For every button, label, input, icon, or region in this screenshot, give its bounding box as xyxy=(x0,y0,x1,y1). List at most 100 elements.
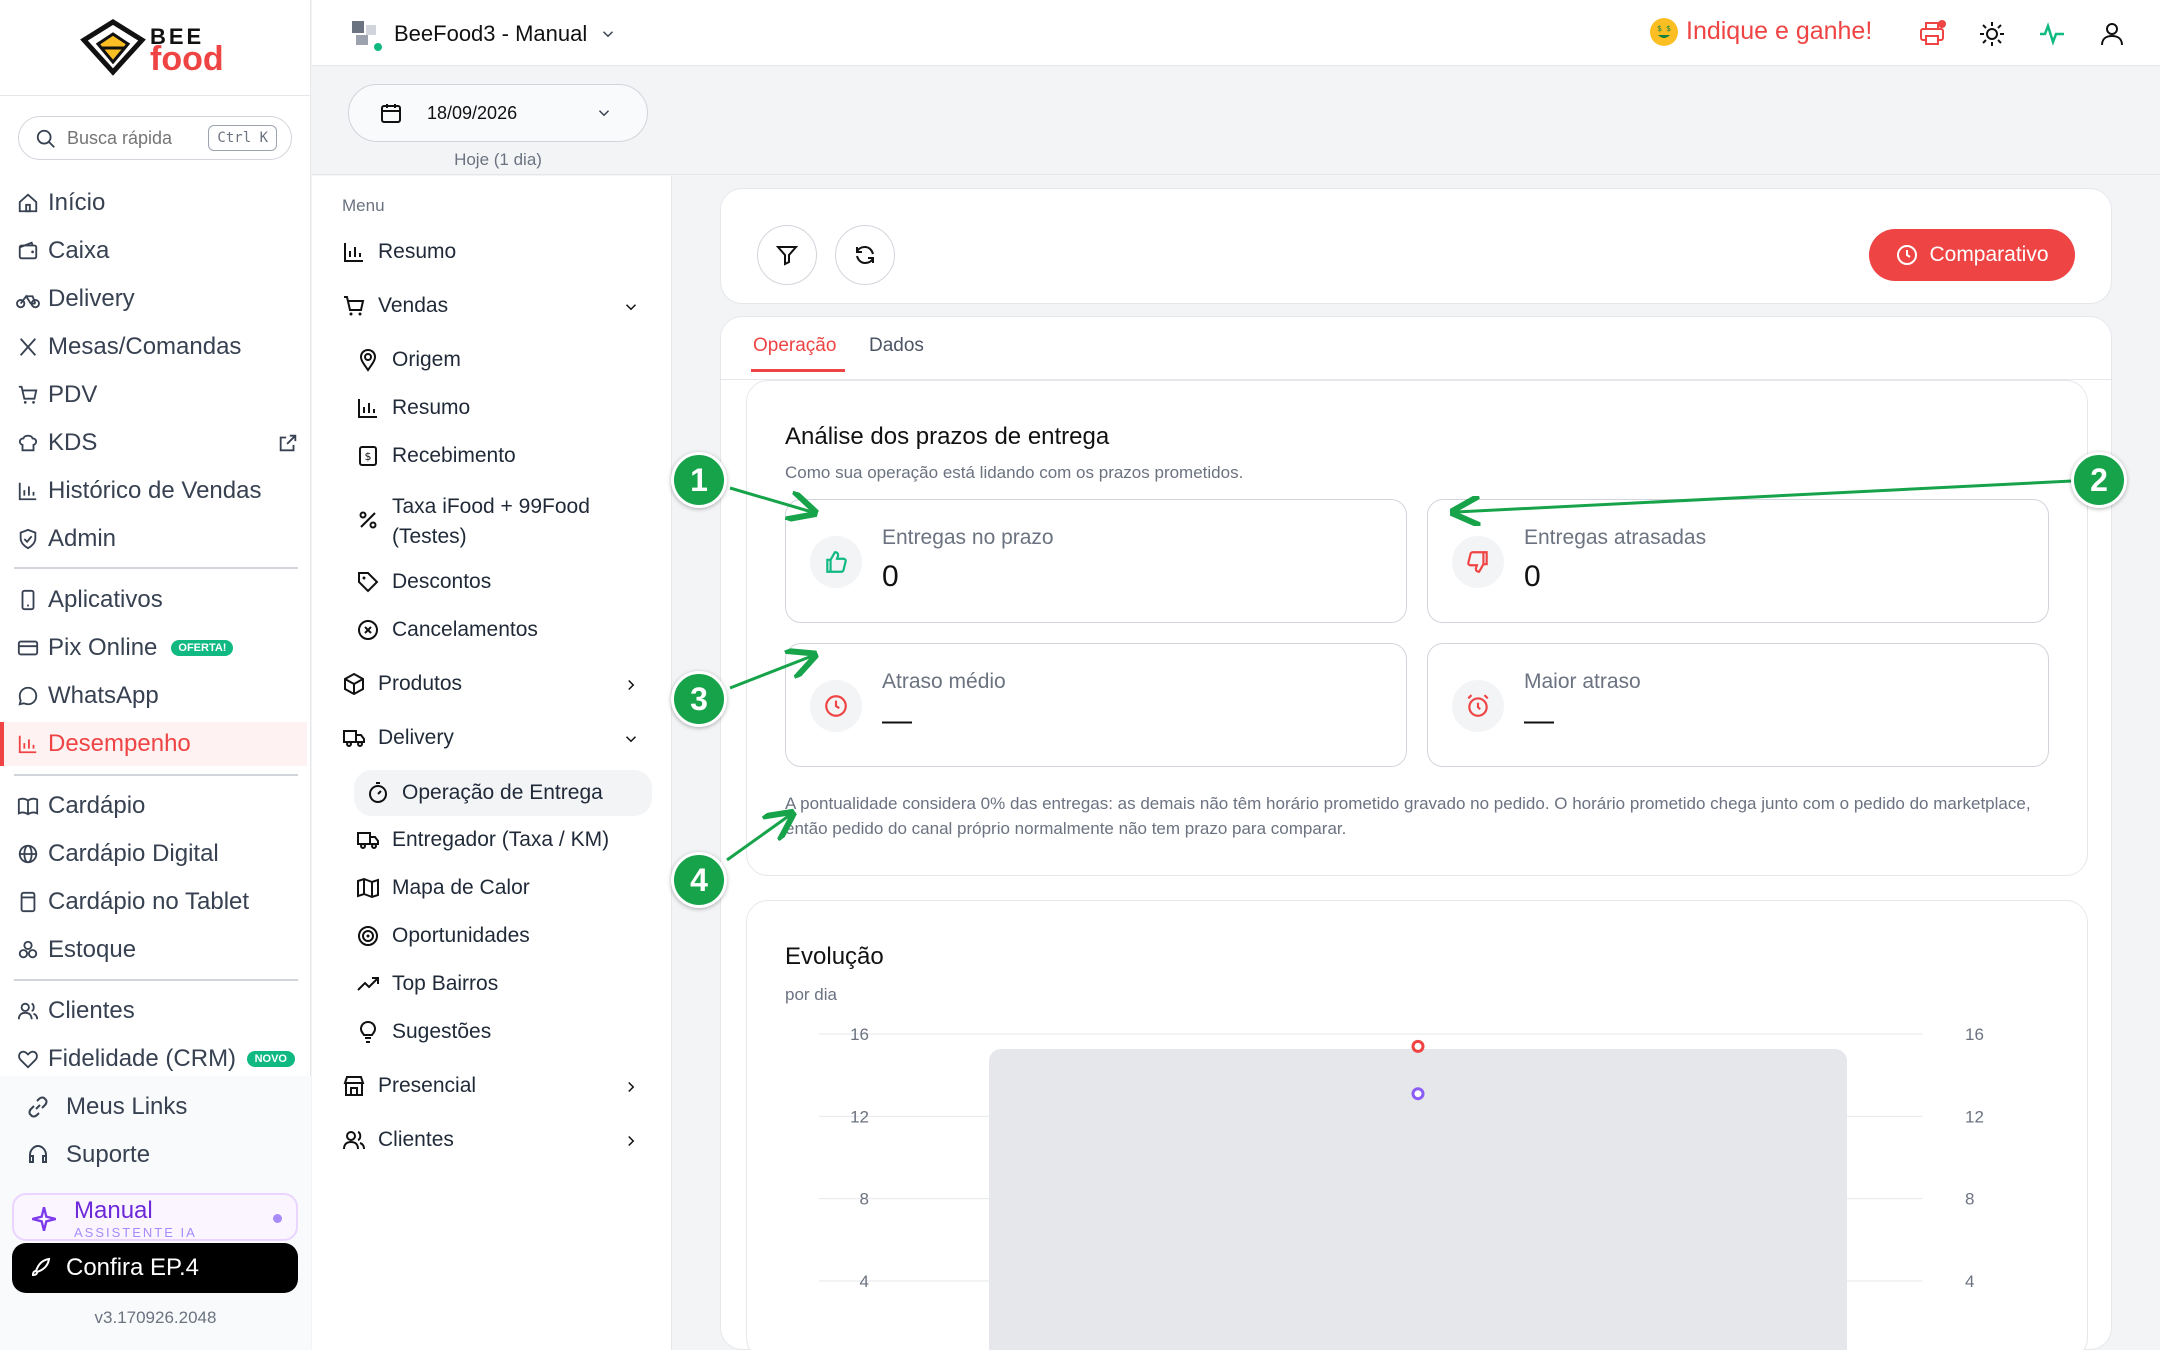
metric-value: 0 xyxy=(1524,560,1541,593)
menu-descontos[interactable]: Descontos xyxy=(356,570,652,594)
menu-taxa-ifood[interactable]: Taxa iFood + 99Food (Testes) xyxy=(356,492,652,552)
truck-icon xyxy=(357,832,379,849)
menu-mapa-calor[interactable]: Mapa de Calor xyxy=(356,876,652,900)
map-pin-icon xyxy=(359,348,377,372)
menu-cancelamentos[interactable]: Cancelamentos xyxy=(356,618,652,642)
tab-dados[interactable]: Dados xyxy=(869,335,924,357)
filter-icon xyxy=(775,246,799,266)
sidebar-item-historico[interactable]: Histórico de Vendas xyxy=(0,469,307,513)
menu-origem[interactable]: Origem xyxy=(356,348,652,372)
search-input[interactable] xyxy=(67,125,207,151)
assistant-title: Manual xyxy=(74,1197,153,1224)
sidebar-item-cardapio[interactable]: Cardápio xyxy=(0,784,307,828)
chevron-down-icon xyxy=(598,110,610,117)
utensils-icon xyxy=(16,335,40,359)
filter-button[interactable] xyxy=(757,225,817,285)
metric-label: Maior atraso xyxy=(1524,670,1641,693)
rocket-icon xyxy=(31,1257,51,1277)
y2-tick-label: 8 xyxy=(1965,1190,1974,1209)
sidebar-item-inicio[interactable]: Início xyxy=(0,181,307,225)
menu-operacao-entrega[interactable]: Operação de Entrega xyxy=(354,770,652,816)
chart-point xyxy=(1411,1087,1425,1101)
sidebar-item-estoque[interactable]: Estoque xyxy=(0,928,307,972)
refer-link[interactable]: $ $ Indique e ganhe! xyxy=(1650,17,1872,46)
menu-delivery[interactable]: Delivery xyxy=(342,726,642,750)
sidebar-item-cardapio-digital[interactable]: Cardápio Digital xyxy=(0,832,307,876)
punctuality-note: A pontualidade considera 0% das entregas… xyxy=(785,794,2031,838)
delivery-deadline-analysis: Análise dos prazos de entrega Como sua o… xyxy=(746,380,2088,876)
receipt-icon: $ xyxy=(359,446,377,466)
suporte-item[interactable]: Suporte xyxy=(0,1133,311,1177)
sidebar-divider xyxy=(14,979,298,981)
metric-label: Entregas no prazo xyxy=(882,526,1054,549)
menu-oportunidades[interactable]: Oportunidades xyxy=(356,924,652,948)
offer-badge: OFERTA! xyxy=(171,640,234,656)
chevron-down-icon xyxy=(625,736,637,743)
bar-chart-icon xyxy=(344,243,363,262)
search-icon xyxy=(36,129,55,148)
sidebar-item-delivery[interactable]: Delivery xyxy=(0,277,307,321)
quick-search[interactable]: Ctrl K xyxy=(18,116,292,160)
sidebar-item-caixa[interactable]: Caixa xyxy=(0,229,307,273)
y2-tick-label: 12 xyxy=(1965,1107,1984,1126)
sidebar-item-mesas[interactable]: Mesas/Comandas xyxy=(0,325,307,369)
y-tick-label: 12 xyxy=(850,1107,869,1126)
sidebar-item-admin[interactable]: Admin xyxy=(0,517,307,561)
percent-icon xyxy=(359,511,377,529)
sidebar-item-desempenho[interactable]: Desempenho xyxy=(0,722,307,766)
sidebar-item-pix[interactable]: Pix Online OFERTA! xyxy=(0,626,307,670)
menu-entregador[interactable]: Entregador (Taxa / KM) xyxy=(356,828,652,852)
svg-text:$: $ xyxy=(1657,24,1662,33)
card-icon xyxy=(16,636,40,660)
sun-icon[interactable] xyxy=(1978,20,2006,48)
chat-icon xyxy=(16,684,40,708)
evolution-chart-card: Evolução por dia 4 8 12 16 4 8 12 16 xyxy=(746,900,2088,1350)
menu-produtos[interactable]: Produtos xyxy=(342,672,642,696)
clock-icon xyxy=(810,680,862,732)
menu-recebimento[interactable]: $ Recebimento xyxy=(356,444,652,468)
tab-operacao[interactable]: Operação xyxy=(753,335,836,357)
activity-icon[interactable] xyxy=(2038,20,2066,48)
sidebar-item-tablet[interactable]: Cardápio no Tablet xyxy=(0,880,307,924)
annotation-badge-1: 1 xyxy=(671,452,727,508)
promo-button[interactable]: Confira EP.4 xyxy=(12,1243,298,1293)
analysis-title: Análise dos prazos de entrega xyxy=(785,423,1110,450)
chevron-right-icon xyxy=(628,1135,635,1147)
sidebar-item-whatsapp[interactable]: WhatsApp xyxy=(0,674,307,718)
x-circle-icon xyxy=(358,620,378,640)
compare-button[interactable]: Comparativo xyxy=(1869,229,2075,281)
online-dot xyxy=(372,41,384,53)
y-tick-label: 16 xyxy=(850,1025,869,1044)
search-shortcut: Ctrl K xyxy=(208,125,277,151)
menu-vendas[interactable]: Vendas xyxy=(342,294,642,318)
menu-sugestoes[interactable]: Sugestões xyxy=(356,1020,652,1044)
sidebar-item-pdv[interactable]: PDV xyxy=(0,373,307,417)
menu-top-bairros[interactable]: Top Bairros xyxy=(356,972,652,996)
annotation-badge-3: 3 xyxy=(671,671,727,727)
refresh-button[interactable] xyxy=(835,225,895,285)
sidebar-item-kds[interactable]: KDS xyxy=(0,421,307,465)
printer-icon[interactable] xyxy=(1918,20,1946,48)
cart-icon xyxy=(16,383,40,407)
menu-presencial[interactable]: Presencial xyxy=(342,1074,642,1098)
menu-clientes[interactable]: Clientes xyxy=(342,1128,642,1152)
evolution-chart: 4 8 12 16 4 8 12 16 xyxy=(819,1025,1984,1350)
y2-tick-label: 16 xyxy=(1965,1025,1984,1044)
metric-label: Entregas atrasadas xyxy=(1524,526,1707,549)
users-icon xyxy=(16,999,40,1023)
date-caption: Hoje (1 dia) xyxy=(454,150,542,169)
metric-on-time: Entregas no prazo 0 xyxy=(785,499,1407,623)
date-picker[interactable]: 18/09/2026 xyxy=(348,84,648,142)
sidebar-item-clientes[interactable]: Clientes xyxy=(0,989,307,1033)
meus-links-item[interactable]: Meus Links xyxy=(0,1085,311,1129)
menu-resumo[interactable]: Resumo xyxy=(342,240,456,264)
metric-value: — xyxy=(882,704,912,737)
map-icon xyxy=(357,877,379,899)
store-selector[interactable]: BeeFood3 - Manual xyxy=(348,16,617,53)
sidebar-item-fidelidade[interactable]: Fidelidade (CRM) NOVO xyxy=(0,1037,307,1081)
heart-icon xyxy=(16,1047,40,1071)
menu-vendas-resumo[interactable]: Resumo xyxy=(356,396,652,420)
user-icon[interactable] xyxy=(2098,20,2126,48)
sidebar-item-aplicativos[interactable]: Aplicativos xyxy=(0,578,307,622)
ai-assistant-button[interactable]: Manual ASSISTENTE IA xyxy=(12,1193,298,1241)
